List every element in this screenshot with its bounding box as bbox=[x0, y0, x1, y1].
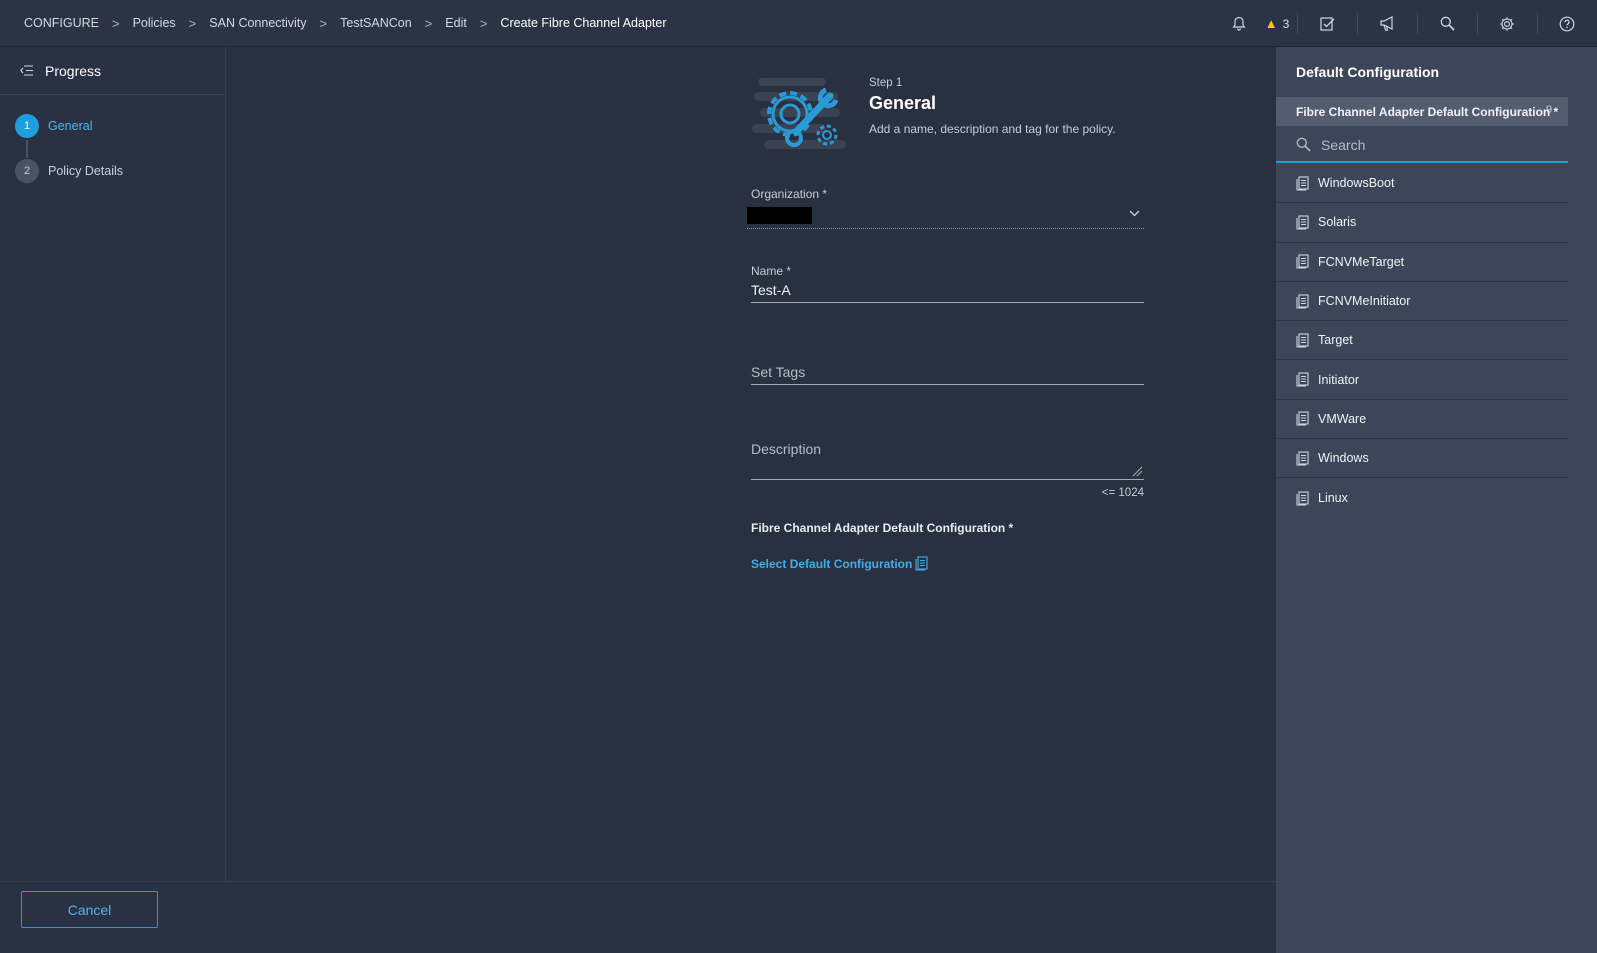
document-icon bbox=[1296, 411, 1309, 426]
progress-header: Progress bbox=[0, 47, 225, 95]
organization-value-redacted bbox=[747, 207, 812, 224]
document-icon bbox=[1296, 451, 1309, 466]
document-icon bbox=[1296, 176, 1309, 191]
step-number: 1 bbox=[15, 114, 39, 138]
default-config-panel: Default Configuration Fibre Channel Adap… bbox=[1276, 47, 1597, 953]
document-icon bbox=[1296, 490, 1309, 506]
select-default-config-link[interactable]: Select Default Configuration bbox=[751, 556, 928, 571]
config-item-vmware[interactable]: VMWare bbox=[1276, 400, 1568, 440]
result-count: 9 bbox=[1546, 104, 1553, 116]
tasks-icon bbox=[1320, 16, 1335, 31]
top-bar: CONFIGURE > Policies > SAN Connectivity … bbox=[0, 0, 1597, 47]
description-placeholder: Description bbox=[751, 441, 822, 457]
config-item-initiator[interactable]: Initiator bbox=[1276, 360, 1568, 400]
settings-button[interactable] bbox=[1477, 0, 1537, 47]
tasks-button[interactable] bbox=[1297, 0, 1357, 47]
bell-icon bbox=[1232, 16, 1246, 31]
panel-title: Default Configuration bbox=[1296, 64, 1440, 80]
config-item-label: FCNVMeInitiator bbox=[1318, 294, 1411, 309]
header-actions: ▲ 3 bbox=[1221, 0, 1597, 47]
footer-bar: Cancel bbox=[0, 881, 1276, 953]
config-item-windowsboot[interactable]: WindowsBoot bbox=[1276, 164, 1568, 204]
panel-subtitle: Fibre Channel Adapter Default Configurat… bbox=[1276, 97, 1568, 126]
progress-title: Progress bbox=[45, 62, 102, 79]
config-item-label: VMWare bbox=[1318, 411, 1367, 426]
organization-field: Organization * bbox=[751, 187, 1144, 201]
gear-icon bbox=[1500, 16, 1514, 31]
panel-search bbox=[1276, 128, 1568, 163]
help-icon bbox=[1559, 16, 1575, 31]
description-textarea[interactable]: Description bbox=[751, 437, 1144, 480]
organization-select[interactable] bbox=[747, 205, 1144, 229]
announcement-icon bbox=[1379, 16, 1393, 31]
breadcrumb-testsancon[interactable]: TestSANCon bbox=[340, 16, 412, 30]
settings-wrench-icon bbox=[750, 72, 850, 162]
announcements-button[interactable] bbox=[1357, 0, 1417, 47]
config-item-linux[interactable]: Linux bbox=[1276, 478, 1568, 517]
search-button[interactable] bbox=[1417, 0, 1477, 47]
step-label: Policy Details bbox=[48, 164, 124, 178]
step-title: General bbox=[869, 93, 937, 113]
description-field: Description bbox=[751, 437, 1144, 480]
chevron-right-icon: > bbox=[424, 15, 433, 31]
chevron-right-icon: > bbox=[112, 15, 120, 31]
config-item-label: Target bbox=[1318, 333, 1353, 348]
warnings-button[interactable]: ▲ 3 bbox=[1257, 0, 1297, 47]
config-item-label: WindowsBoot bbox=[1318, 176, 1395, 191]
step-description: Add a name, description and tag for the … bbox=[869, 122, 1116, 136]
config-item-label: Linux bbox=[1318, 491, 1348, 506]
organization-label: Organization * bbox=[751, 187, 828, 201]
select-default-config-text: Select Default Configuration bbox=[751, 556, 913, 571]
config-item-target[interactable]: Target bbox=[1276, 321, 1568, 361]
chevron-down-icon bbox=[1129, 210, 1140, 217]
config-item-fcnvmetarget[interactable]: FCNVMeTarget bbox=[1276, 243, 1568, 282]
notifications-button[interactable] bbox=[1221, 0, 1257, 47]
chevron-right-icon: > bbox=[319, 15, 328, 31]
step-general[interactable]: 1 General bbox=[15, 114, 92, 138]
collapse-panel-icon[interactable] bbox=[20, 65, 33, 76]
description-char-limit: <= 1024 bbox=[1101, 487, 1144, 499]
breadcrumb-edit[interactable]: Edit bbox=[445, 16, 467, 30]
chevron-right-icon: > bbox=[188, 15, 197, 31]
breadcrumb-configure[interactable]: CONFIGURE bbox=[24, 16, 99, 30]
config-item-solaris[interactable]: Solaris bbox=[1276, 203, 1568, 243]
search-icon bbox=[1440, 16, 1455, 31]
step-connector bbox=[26, 140, 28, 158]
warning-count: 3 bbox=[1282, 16, 1290, 31]
tags-field: Set Tags bbox=[751, 360, 1144, 385]
cancel-button[interactable]: Cancel bbox=[21, 891, 158, 928]
config-item-fcnvmeinitiator[interactable]: FCNVMeInitiator bbox=[1276, 282, 1568, 322]
resize-handle-icon[interactable] bbox=[1132, 466, 1143, 477]
step-policy-details[interactable]: 2 Policy Details bbox=[15, 159, 123, 183]
default-config-label: Fibre Channel Adapter Default Configurat… bbox=[751, 521, 1014, 535]
config-item-label: Solaris bbox=[1318, 215, 1357, 230]
document-icon bbox=[1296, 293, 1309, 309]
breadcrumb-san-connectivity[interactable]: SAN Connectivity bbox=[209, 16, 306, 30]
search-input[interactable] bbox=[1321, 136, 1551, 153]
config-item-label: Windows bbox=[1318, 451, 1369, 466]
breadcrumb: CONFIGURE > Policies > SAN Connectivity … bbox=[0, 16, 667, 31]
set-tags-input[interactable]: Set Tags bbox=[751, 360, 1144, 385]
document-icon bbox=[1296, 215, 1309, 230]
breadcrumb-current: Create Fibre Channel Adapter bbox=[500, 16, 667, 30]
document-icon bbox=[1296, 333, 1309, 348]
name-field: Name * Test-A bbox=[751, 264, 1144, 303]
document-list-icon bbox=[915, 556, 928, 571]
config-item-windows[interactable]: Windows bbox=[1276, 439, 1568, 479]
name-input[interactable]: Test-A bbox=[751, 278, 1144, 303]
search-icon bbox=[1296, 137, 1311, 152]
chevron-right-icon: > bbox=[479, 15, 488, 31]
step-label: Step 1 bbox=[869, 77, 903, 89]
config-item-label: Initiator bbox=[1318, 372, 1359, 387]
help-button[interactable] bbox=[1537, 0, 1597, 47]
breadcrumb-policies[interactable]: Policies bbox=[133, 16, 176, 30]
config-item-label: FCNVMeTarget bbox=[1318, 254, 1405, 269]
config-list: WindowsBoot Solaris FCNVMeTarget FCNVMeI… bbox=[1276, 164, 1568, 518]
document-icon bbox=[1296, 372, 1309, 387]
step-label: General bbox=[48, 119, 93, 133]
document-icon bbox=[1296, 254, 1309, 269]
warning-icon: ▲ bbox=[1264, 16, 1278, 31]
step-number: 2 bbox=[15, 159, 39, 183]
name-label: Name * bbox=[751, 264, 792, 278]
